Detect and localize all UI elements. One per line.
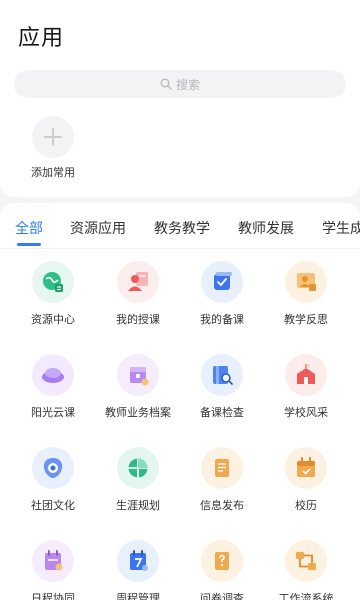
- app-item[interactable]: 学校风采: [264, 354, 348, 420]
- app-item[interactable]: 工作流系统: [264, 540, 348, 600]
- workflow-icon: [285, 540, 327, 582]
- app-item[interactable]: 周程管理: [96, 540, 180, 600]
- app-label: 信息发布: [200, 499, 244, 512]
- info-publish-icon: [201, 447, 243, 489]
- app-label: 日程协同: [31, 592, 75, 600]
- app-label: 我的授课: [116, 313, 160, 326]
- plus-icon: [44, 128, 62, 146]
- app-item[interactable]: 社团文化: [11, 447, 95, 513]
- app-item[interactable]: 教学反思: [264, 261, 348, 327]
- app-label: 社团文化: [31, 499, 75, 512]
- app-item[interactable]: 生涯规划: [96, 447, 180, 513]
- search-icon: [160, 78, 172, 90]
- app-item[interactable]: 我的授课: [96, 261, 180, 327]
- schedule-sync-icon: [32, 540, 74, 582]
- teacher-archive-icon: [117, 354, 159, 396]
- school-style-icon: [285, 354, 327, 396]
- common-apps-card: 应用 搜索 添加常用: [0, 0, 360, 197]
- app-label: 阳光云课: [31, 406, 75, 419]
- career-plan-icon: [117, 447, 159, 489]
- add-common-label: 添加常用: [31, 166, 75, 179]
- active-tab-indicator: [17, 243, 41, 246]
- app-item[interactable]: 资源中心: [11, 261, 95, 327]
- app-item[interactable]: 问卷调查: [180, 540, 264, 600]
- all-apps-card: 全部 资源应用 教务教学 教师发展 学生成 资源中心 我的授课 我的备课 教学反…: [0, 203, 360, 600]
- app-item[interactable]: 日程协同: [11, 540, 95, 600]
- app-label: 周程管理: [116, 592, 160, 600]
- teaching-icon: [117, 261, 159, 303]
- app-item[interactable]: 备课检查: [180, 354, 264, 420]
- app-label: 资源中心: [31, 313, 75, 326]
- cloud-class-icon: [32, 354, 74, 396]
- app-label: 问卷调查: [200, 592, 244, 600]
- app-label: 教学反思: [284, 313, 328, 326]
- category-tabs: 全部 资源应用 教务教学 教师发展 学生成: [0, 203, 360, 249]
- app-label: 我的备课: [200, 313, 244, 326]
- tab-academic-affairs[interactable]: 教务教学: [154, 218, 210, 238]
- lesson-check-icon: [201, 354, 243, 396]
- tab-teacher-development[interactable]: 教师发展: [238, 218, 294, 238]
- search-input[interactable]: 搜索: [14, 70, 346, 98]
- add-common-button[interactable]: 添加常用: [22, 116, 84, 180]
- app-item[interactable]: 信息发布: [180, 447, 264, 513]
- app-label: 生涯规划: [116, 499, 160, 512]
- page-title: 应用: [18, 26, 65, 51]
- survey-icon: [201, 540, 243, 582]
- tab-all[interactable]: 全部: [15, 218, 43, 238]
- app-label: 工作流系统: [278, 592, 334, 600]
- app-label: 备课检查: [200, 406, 244, 419]
- app-item[interactable]: 校历: [264, 447, 348, 513]
- app-item[interactable]: 阳光云课: [11, 354, 95, 420]
- reflection-icon: [285, 261, 327, 303]
- tab-resource-apps[interactable]: 资源应用: [70, 218, 126, 238]
- weekly-schedule-icon: [117, 540, 159, 582]
- add-circle[interactable]: [32, 116, 74, 158]
- school-calendar-icon: [285, 447, 327, 489]
- app-label: 学校风采: [284, 406, 328, 419]
- app-label: 校历: [295, 499, 317, 512]
- club-culture-icon: [32, 447, 74, 489]
- search-placeholder: 搜索: [175, 77, 200, 92]
- app-item[interactable]: 教师业务档案: [96, 354, 180, 420]
- tab-student-growth[interactable]: 学生成: [322, 218, 360, 238]
- lesson-prep-icon: [201, 261, 243, 303]
- app-item[interactable]: 我的备课: [180, 261, 264, 327]
- resource-center-icon: [32, 261, 74, 303]
- app-label: 教师业务档案: [105, 406, 171, 419]
